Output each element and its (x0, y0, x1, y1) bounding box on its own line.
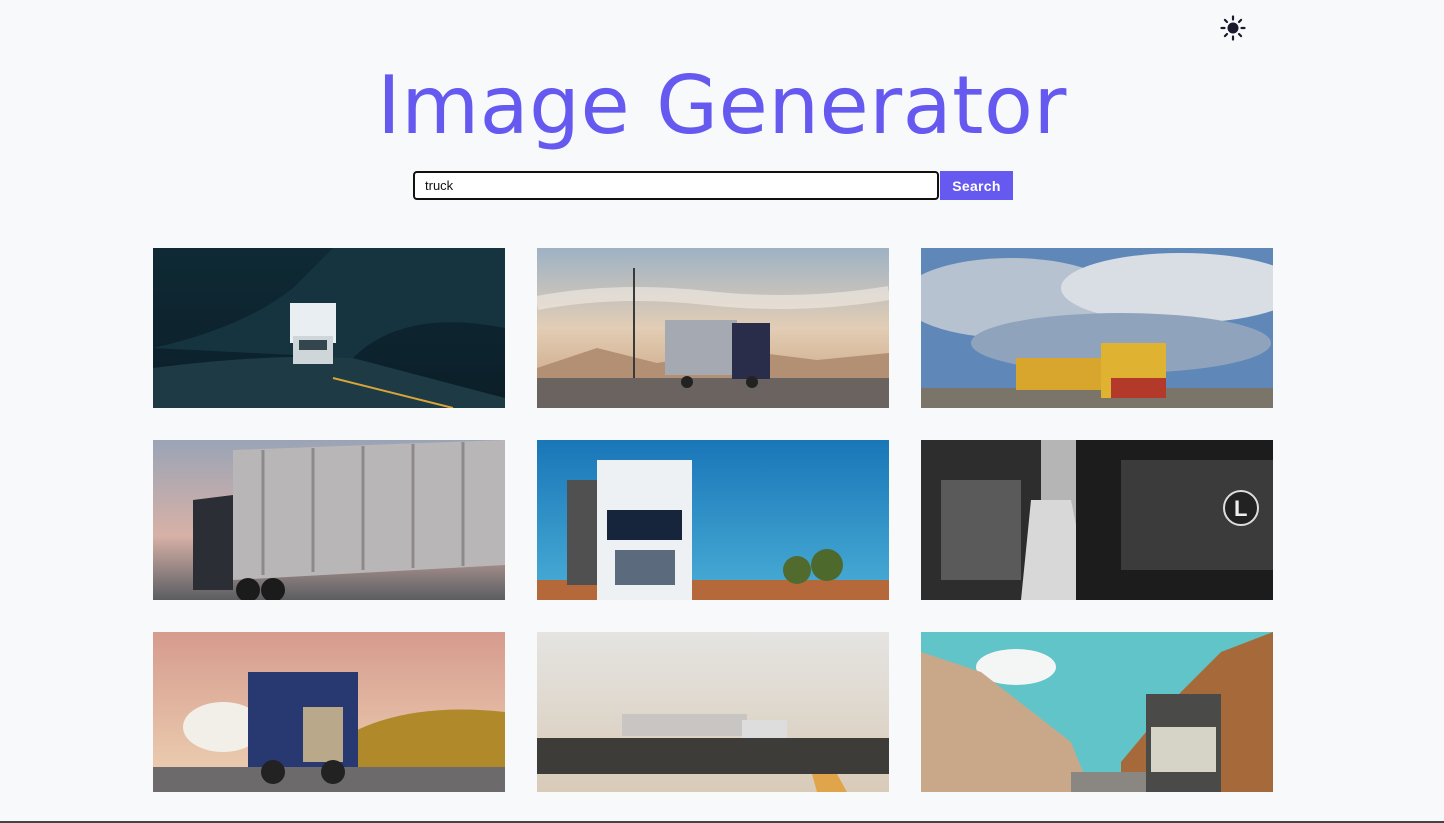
image-card[interactable] (153, 440, 505, 600)
image-card[interactable] (537, 632, 889, 792)
image-card[interactable] (921, 632, 1273, 792)
truck-image (921, 248, 1273, 408)
truck-image (153, 632, 505, 792)
truck-image (921, 632, 1273, 792)
image-card[interactable]: L (921, 440, 1273, 600)
image-card[interactable] (921, 248, 1273, 408)
truck-image (537, 632, 889, 792)
image-card[interactable] (153, 632, 505, 792)
truck-image (153, 440, 505, 600)
search-bar: Search (413, 171, 1013, 200)
truck-image (153, 248, 505, 408)
truck-image: L (921, 440, 1273, 600)
image-card[interactable] (537, 440, 889, 600)
sun-icon (1220, 15, 1246, 41)
image-grid: L (153, 248, 1273, 792)
page-title: Image Generator (377, 59, 1067, 152)
image-card[interactable] (537, 248, 889, 408)
search-button[interactable]: Search (940, 171, 1013, 200)
search-input[interactable] (413, 171, 939, 200)
image-card[interactable] (153, 248, 505, 408)
svg-text:L: L (1234, 496, 1247, 521)
truck-image (537, 440, 889, 600)
theme-toggle-button[interactable] (1219, 14, 1247, 42)
truck-image (537, 248, 889, 408)
